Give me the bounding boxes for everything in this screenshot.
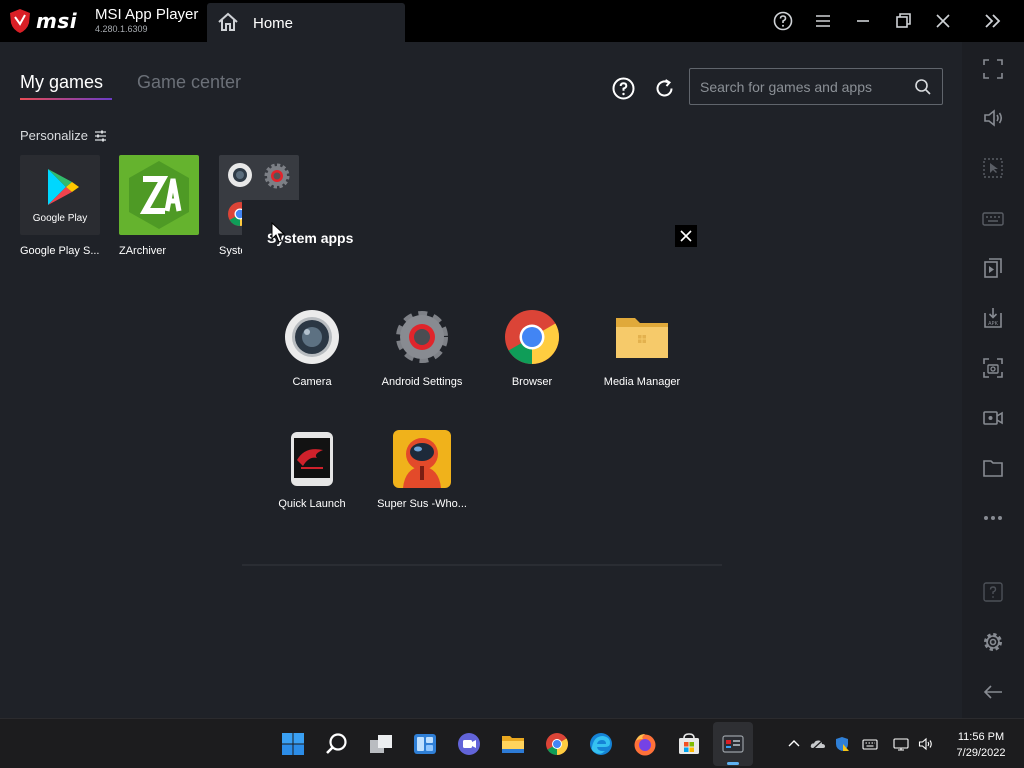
tab-game-center[interactable]: Game center (137, 72, 241, 93)
restore-icon[interactable] (892, 10, 914, 32)
teams-chat-icon[interactable] (456, 731, 482, 757)
firefox-icon[interactable] (632, 731, 658, 757)
widgets-icon[interactable] (412, 731, 438, 757)
folder-icon[interactable] (982, 457, 1004, 479)
multi-instance-icon[interactable] (982, 257, 1004, 279)
active-tab-indicator (20, 98, 112, 100)
more-icon[interactable] (982, 507, 1004, 529)
search-icon[interactable] (914, 78, 932, 96)
sys-app-android-settings[interactable]: Android Settings (367, 308, 477, 388)
msi-shield-icon (10, 9, 30, 33)
svg-text:APK: APK (988, 321, 998, 327)
sys-app-quick-launch[interactable]: Quick Launch (257, 430, 367, 510)
tab-home-label: Home (253, 15, 294, 32)
taskbar-clock[interactable]: 11:56 PM 7/29/2022 (946, 729, 1016, 761)
chrome-icon (505, 310, 560, 364)
windows-security-icon[interactable] (834, 736, 850, 752)
sys-app-label: Quick Launch (278, 498, 346, 510)
zarchiver-icon (119, 155, 199, 235)
tab-home[interactable]: Home (207, 3, 405, 42)
clock-time: 11:56 PM (957, 731, 1005, 743)
settings-gear-icon (264, 163, 290, 189)
record-icon[interactable] (982, 407, 1004, 429)
main-area: My games Game center Personalize (0, 42, 962, 718)
msi-app-player-icon[interactable] (720, 731, 746, 757)
windows-taskbar: 11:56 PM 7/29/2022 (0, 718, 1024, 768)
screenshot-icon[interactable] (982, 357, 1004, 379)
sliders-icon (94, 130, 106, 141)
right-sidebar: APK (962, 42, 1024, 718)
fullscreen-icon[interactable] (982, 58, 1004, 80)
super-sus-icon (393, 430, 451, 488)
refresh-icon[interactable] (653, 77, 676, 100)
home-icon (218, 12, 238, 31)
sys-app-browser[interactable]: Browser (477, 308, 587, 388)
sys-app-label: Android Settings (381, 376, 463, 388)
tab-my-games[interactable]: My games (20, 72, 103, 93)
play-triangle-icon (48, 169, 79, 205)
close-icon[interactable] (932, 10, 954, 32)
volume-icon[interactable] (982, 107, 1004, 129)
pointer-select-icon[interactable] (982, 157, 1004, 179)
expand-sidebar-icon[interactable] (982, 10, 1004, 32)
app-label: ZArchiver (119, 245, 167, 257)
personalize-label: Personalize (20, 128, 88, 143)
msi-wordmark: msi (36, 9, 78, 33)
zarchiver-hex-icon (129, 161, 189, 229)
camera-icon (228, 163, 252, 187)
sys-app-label: Camera (292, 376, 332, 388)
taskbar-active-indicator (727, 762, 739, 765)
settings-icon[interactable] (982, 631, 1004, 653)
microsoft-store-icon[interactable] (676, 731, 702, 757)
help-icon[interactable] (772, 10, 794, 32)
help-icon[interactable] (982, 581, 1004, 603)
personalize-button[interactable]: Personalize (20, 128, 107, 143)
quick-launch-icon (291, 432, 333, 486)
keyboard-layout-icon[interactable] (862, 736, 878, 752)
camera-icon (285, 310, 339, 364)
network-icon[interactable] (893, 736, 909, 752)
keyboard-icon[interactable] (982, 207, 1004, 229)
sys-app-super-sus[interactable]: Super Sus -Who... (367, 430, 477, 510)
menu-icon[interactable] (812, 10, 834, 32)
back-arrow-icon[interactable] (982, 681, 1004, 703)
windows-start-icon[interactable] (280, 731, 306, 757)
speaker-icon[interactable] (918, 736, 934, 752)
help-icon[interactable] (612, 77, 635, 100)
google-play-thumb-text: Google Play (32, 213, 88, 224)
msi-logo: msi (8, 8, 77, 34)
search-input[interactable] (700, 77, 900, 97)
sys-app-label: Browser (511, 376, 553, 388)
system-apps-popup: System apps Camera Android Settings Brow… (242, 200, 722, 566)
sys-app-label: Media Manager (603, 376, 681, 388)
app-version: 4.280.1.6309 (95, 24, 148, 34)
title-bar: msi MSI App Player 4.280.1.6309 Home (0, 0, 1024, 42)
clock-date: 7/29/2022 (956, 747, 1006, 759)
app-tile-zarchiver[interactable]: ZArchiver (119, 155, 201, 257)
sys-app-camera[interactable]: Camera (257, 308, 367, 388)
search-icon[interactable] (324, 731, 350, 757)
sys-app-media-manager[interactable]: Media Manager (587, 308, 697, 388)
task-view-icon[interactable] (368, 731, 394, 757)
google-play-icon: Google Play (20, 155, 100, 235)
sys-app-label: Super Sus -Who... (377, 498, 467, 510)
chevron-up-icon[interactable] (786, 736, 802, 752)
mouse-cursor-icon (271, 222, 285, 243)
close-icon[interactable] (675, 225, 697, 247)
chrome-icon[interactable] (544, 731, 570, 757)
file-explorer-icon[interactable] (500, 731, 526, 757)
search-box[interactable] (689, 68, 943, 105)
folder-icon (616, 318, 668, 358)
app-label: Google Play S... (20, 245, 100, 257)
install-apk-icon[interactable]: APK (982, 307, 1004, 329)
edge-icon[interactable] (588, 731, 614, 757)
settings-gear-icon (396, 311, 448, 363)
app-name: MSI App Player (95, 6, 199, 23)
onedrive-icon[interactable] (810, 736, 826, 752)
minimize-icon[interactable] (852, 10, 874, 32)
app-tile-google-play[interactable]: Google Play Google Play S... (20, 155, 102, 257)
